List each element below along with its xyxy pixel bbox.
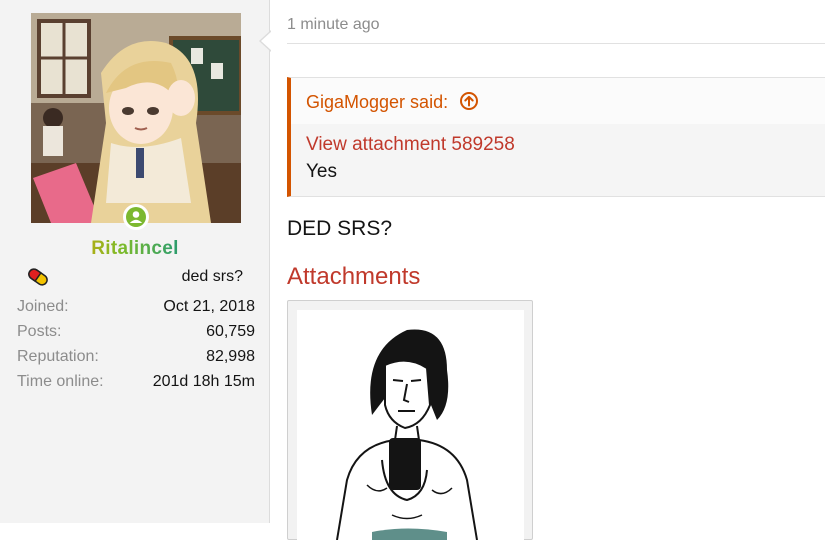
avatar-anime-image — [31, 13, 241, 223]
attachment-thumbnail[interactable] — [287, 300, 533, 540]
post-timestamp[interactable]: 1 minute ago — [287, 16, 380, 34]
attachment-image — [297, 310, 524, 540]
quote-block: GigaMogger said: View attachment 589258 … — [287, 77, 825, 197]
stat-joined: Joined: Oct 21, 2018 — [17, 294, 255, 319]
user-panel: Ritalincel ded srs? Joined: Oct 21, 2018… — [0, 0, 270, 523]
stat-label: Posts: — [17, 323, 62, 340]
user-stats: Joined: Oct 21, 2018 Posts: 60,759 Reput… — [17, 294, 255, 394]
attachment-sketch-image — [336, 329, 478, 540]
online-status-icon — [126, 207, 146, 227]
online-status-indicator — [123, 204, 149, 230]
pill-icon — [28, 268, 48, 286]
user-avatar[interactable] — [31, 13, 241, 223]
arrow-up-circle-icon[interactable] — [459, 91, 479, 111]
stat-reputation: Reputation: 82,998 — [17, 344, 255, 369]
stat-time-online: Time online: 201d 18h 15m — [17, 369, 255, 394]
quote-text: Yes — [306, 161, 337, 182]
username-link[interactable]: Ritalincel — [0, 238, 270, 260]
header-divider — [287, 43, 825, 44]
quote-author-link[interactable]: GigaMogger said: — [291, 78, 825, 124]
stat-label: Time online: — [17, 373, 104, 390]
stat-value: 82,998 — [206, 348, 255, 365]
quote-content: View attachment 589258 Yes — [291, 124, 825, 196]
user-title: ded srs? — [181, 268, 243, 285]
attachments-heading: Attachments — [287, 263, 421, 290]
quote-author-label: GigaMogger said: — [306, 92, 449, 112]
message-arrow-inner — [261, 31, 272, 51]
stat-posts: Posts: 60,759 — [17, 319, 255, 344]
stat-value: Oct 21, 2018 — [163, 298, 255, 315]
stat-label: Joined: — [17, 298, 69, 315]
view-attachment-link[interactable]: View attachment 589258 — [306, 134, 825, 161]
message-body: DED SRS? — [287, 217, 393, 240]
stat-value: 60,759 — [206, 323, 255, 340]
stat-value: 201d 18h 15m — [152, 373, 255, 390]
stat-label: Reputation: — [17, 348, 99, 365]
